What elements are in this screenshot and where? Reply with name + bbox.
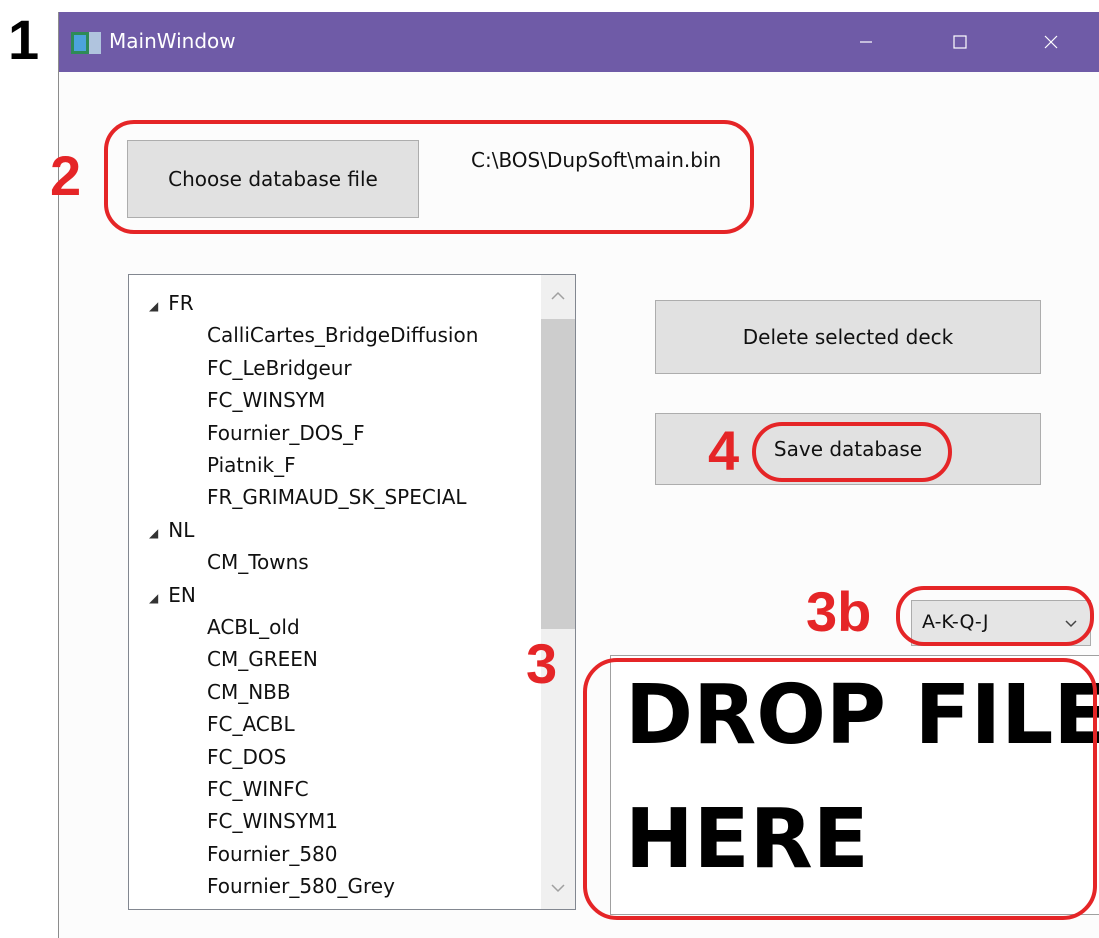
- window-title: MainWindow: [109, 29, 236, 53]
- tree-item[interactable]: CM_Towns: [207, 546, 309, 578]
- tree-item[interactable]: FC_ACBL: [207, 708, 295, 740]
- tree-group-label: FR: [168, 291, 194, 315]
- tree-item[interactable]: FC_WINSYM: [207, 384, 325, 416]
- app-icon: [71, 32, 101, 54]
- deck-tree-view[interactable]: ◢ FR CalliCartes_BridgeDiffusion FC_LeBridg…: [128, 274, 576, 910]
- tree-item[interactable]: FC_WINFC: [207, 773, 309, 805]
- maximize-button[interactable]: [925, 12, 995, 72]
- tree-item[interactable]: Piatnik_F: [207, 449, 296, 481]
- annotation-callout-4: [752, 422, 952, 482]
- scroll-down-icon[interactable]: [541, 871, 575, 905]
- annotation-number-4: 4: [708, 419, 740, 482]
- annotation-number-3b: 3b: [806, 580, 872, 643]
- expand-arrow-icon[interactable]: ◢: [149, 591, 158, 605]
- annotation-number-3: 3: [526, 632, 558, 695]
- annotation-callout-3: [583, 658, 1097, 920]
- tree-item[interactable]: CM_GREEN: [207, 643, 318, 675]
- tree-item[interactable]: FC_DOS: [207, 741, 286, 773]
- minimize-button[interactable]: [831, 12, 901, 72]
- annotation-callout-3b: [896, 586, 1094, 646]
- scroll-up-icon[interactable]: [541, 279, 575, 313]
- tree-item[interactable]: CM_NBB: [207, 676, 291, 708]
- tree-item[interactable]: Fournier_580_Grey: [207, 870, 395, 902]
- tree-item[interactable]: Fournier_580: [207, 838, 338, 870]
- tree-item[interactable]: FC_LeBridgeur: [207, 352, 352, 384]
- tree-group-fr[interactable]: ◢ FR: [149, 287, 194, 319]
- tree-item[interactable]: HD_PLASTIC_CN: [207, 903, 368, 909]
- maximize-icon: [953, 35, 967, 49]
- tree-scrollbar[interactable]: [541, 275, 575, 909]
- annotation-number-1: 1: [8, 8, 40, 71]
- minimize-icon: [860, 41, 872, 43]
- title-bar[interactable]: MainWindow: [59, 12, 1099, 72]
- tree-group-en[interactable]: ◢ EN: [149, 579, 196, 611]
- annotation-number-2: 2: [50, 144, 82, 207]
- tree-item[interactable]: CalliCartes_BridgeDiffusion: [207, 319, 478, 351]
- scroll-thumb[interactable]: [541, 319, 575, 629]
- expand-arrow-icon[interactable]: ◢: [149, 526, 158, 540]
- tree-group-nl[interactable]: ◢ NL: [149, 514, 194, 546]
- tree-item[interactable]: ACBL_old: [207, 611, 300, 643]
- delete-selected-deck-button[interactable]: Delete selected deck: [655, 300, 1041, 374]
- tree-group-label: NL: [168, 517, 195, 542]
- tree-item[interactable]: FR_GRIMAUD_SK_SPECIAL: [207, 481, 467, 513]
- annotation-callout-2: [104, 120, 754, 234]
- expand-arrow-icon[interactable]: ◢: [149, 299, 158, 313]
- close-button[interactable]: [1016, 12, 1086, 72]
- close-icon: [1044, 35, 1058, 49]
- tree-group-label: EN: [168, 582, 196, 607]
- tree-item[interactable]: Fournier_DOS_F: [207, 417, 365, 449]
- tree-item[interactable]: FC_WINSYM1: [207, 805, 338, 837]
